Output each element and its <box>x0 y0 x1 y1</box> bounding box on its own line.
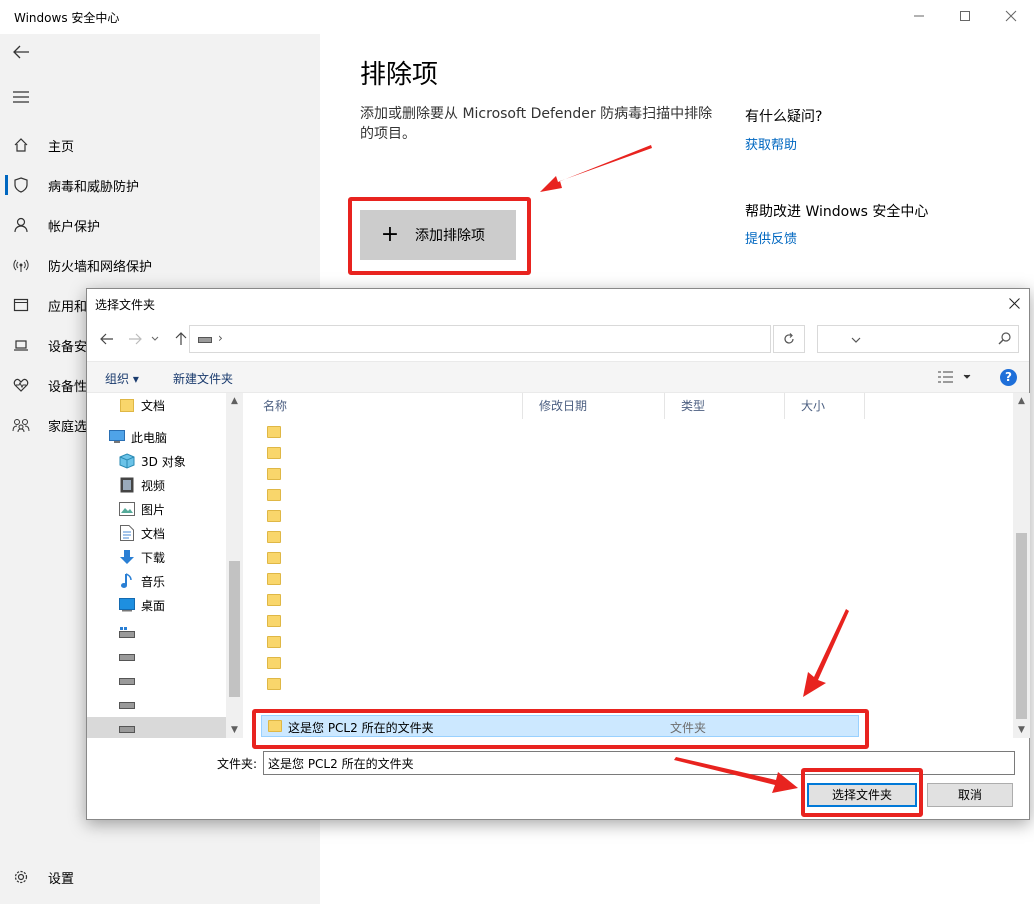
annotation-arrow <box>803 609 849 697</box>
annotation-arrow <box>674 757 798 793</box>
annotation-arrow <box>540 145 652 192</box>
annotation-arrows <box>540 145 849 793</box>
